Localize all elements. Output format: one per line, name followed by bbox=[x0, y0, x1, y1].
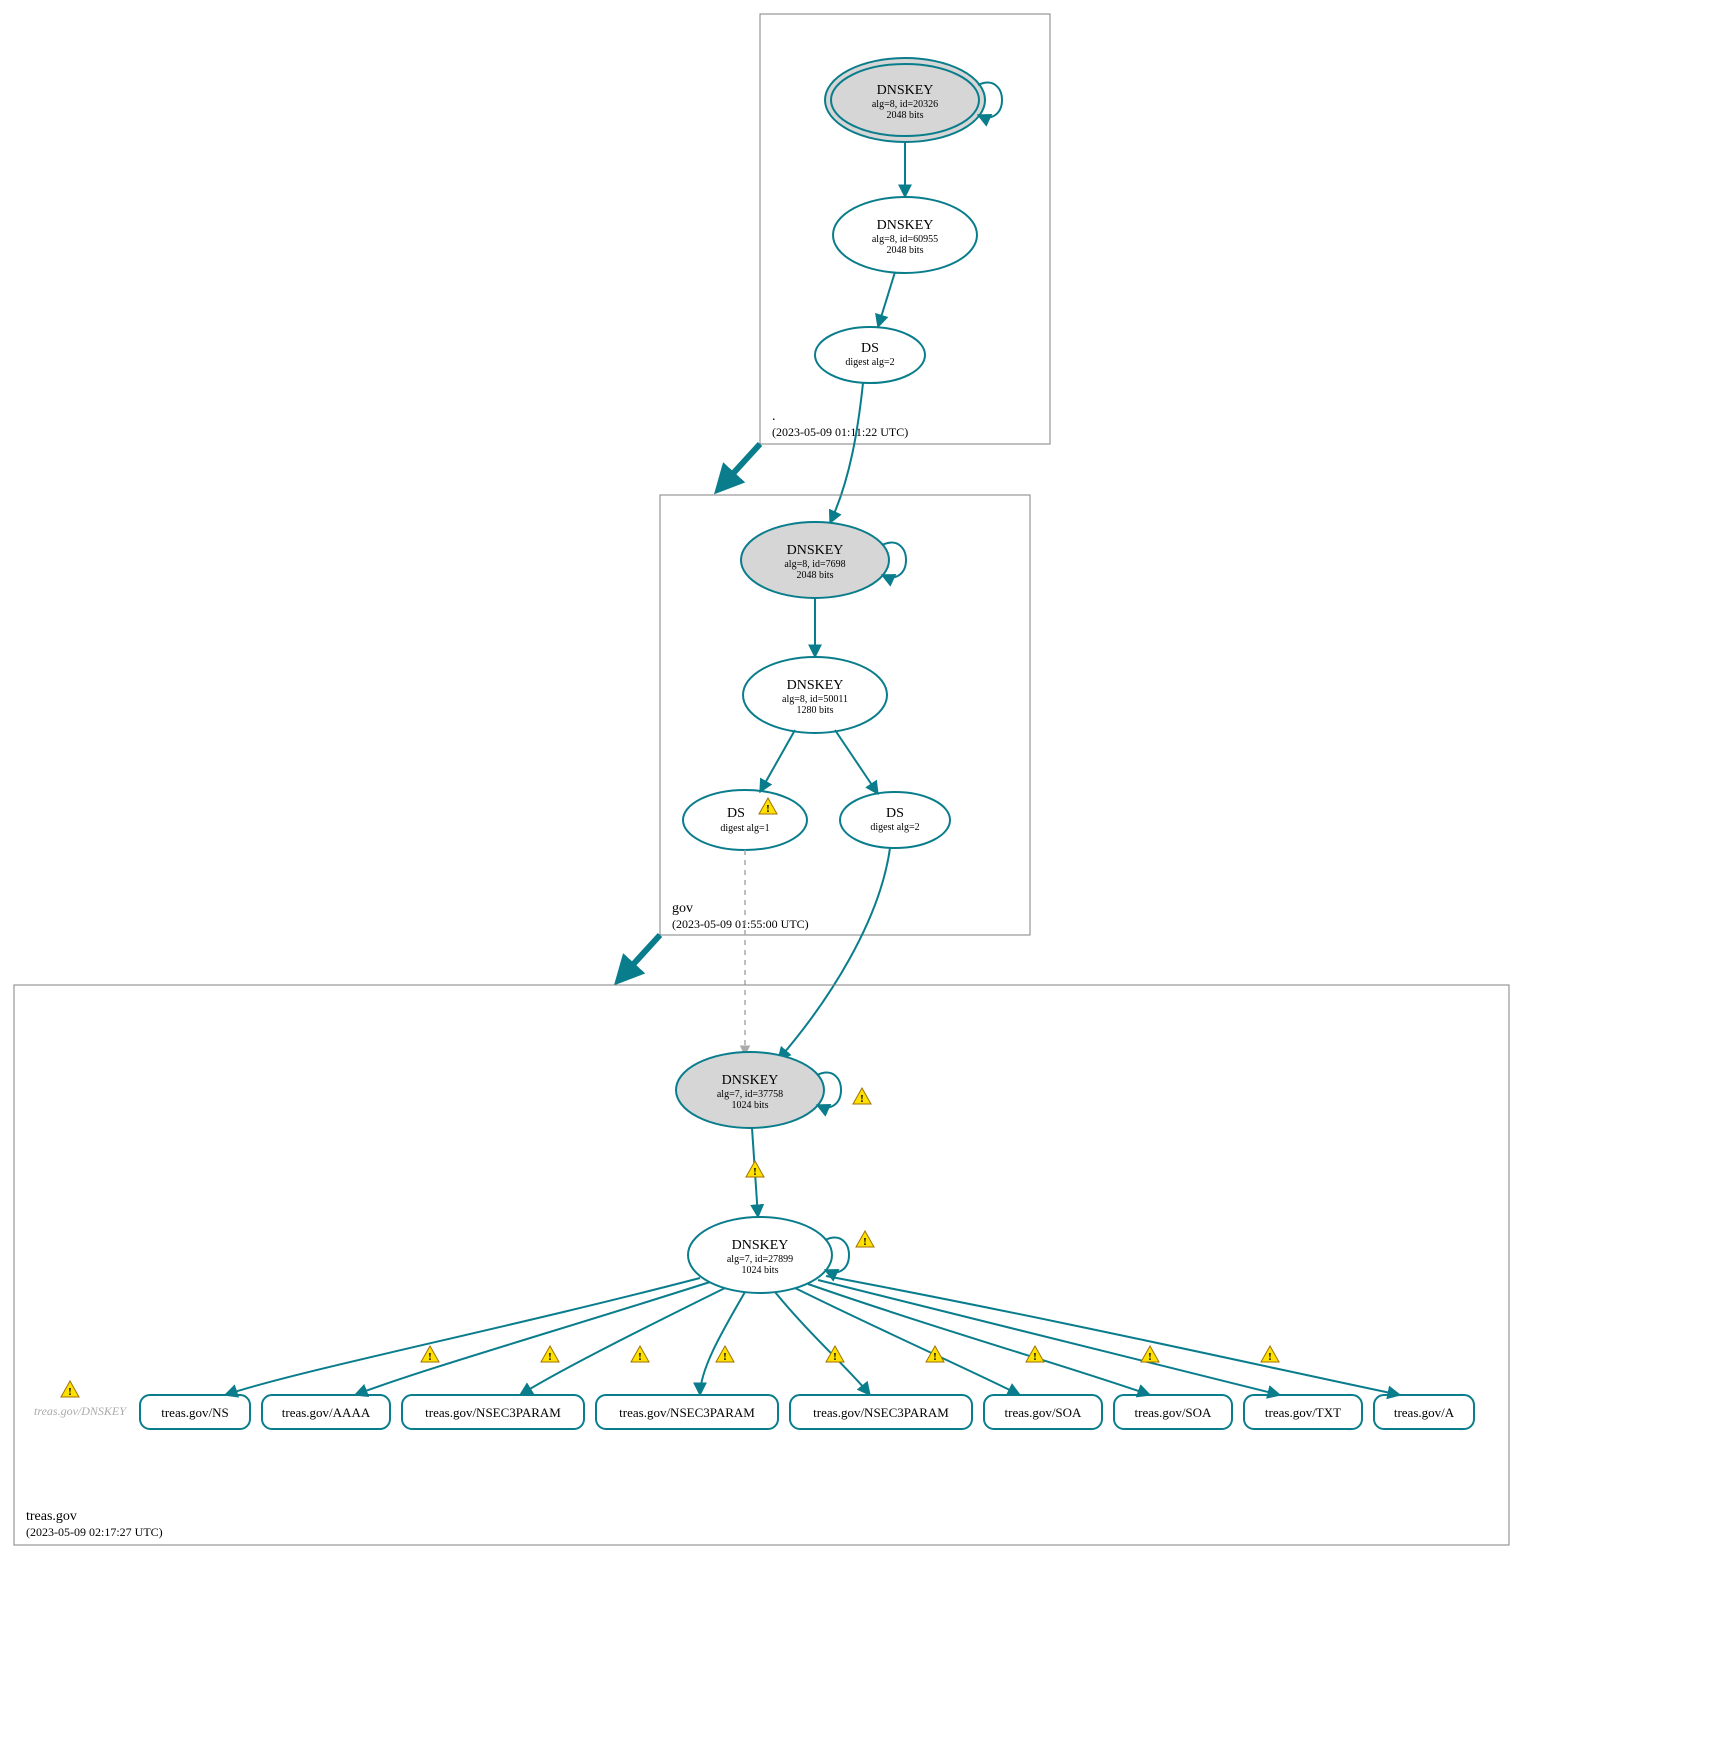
svg-text:treas.gov/NS: treas.gov/NS bbox=[161, 1405, 229, 1420]
zone-root-label: . bbox=[772, 409, 776, 424]
svg-text:DNSKEY: DNSKEY bbox=[732, 1238, 789, 1253]
svg-text:treas.gov/A: treas.gov/A bbox=[1394, 1405, 1455, 1420]
svg-text:treas.gov/SOA: treas.gov/SOA bbox=[1005, 1405, 1083, 1420]
svg-text:DNSKEY: DNSKEY bbox=[787, 678, 844, 693]
svg-text:!: ! bbox=[723, 1351, 727, 1363]
warning-icon: ! bbox=[421, 1346, 439, 1363]
edge-gov-zsk-to-ds1 bbox=[760, 730, 795, 792]
edges-zsk-to-rrsets bbox=[225, 1276, 1400, 1395]
warning-icon: ! bbox=[856, 1231, 874, 1248]
svg-text:!: ! bbox=[1033, 1351, 1037, 1363]
svg-text:1024 bits: 1024 bits bbox=[742, 1265, 779, 1276]
svg-text:treas.gov/TXT: treas.gov/TXT bbox=[1265, 1405, 1341, 1420]
rrset-node: treas.gov/A bbox=[1374, 1395, 1474, 1429]
svg-text:treas.gov/SOA: treas.gov/SOA bbox=[1135, 1405, 1213, 1420]
zone-treas-label: treas.gov bbox=[26, 1509, 77, 1524]
svg-text:alg=8, id=20326: alg=8, id=20326 bbox=[872, 99, 938, 110]
node-gov-ds2: DS digest alg=2 bbox=[840, 792, 950, 848]
svg-text:!: ! bbox=[638, 1351, 642, 1363]
rrset-node: treas.gov/NSEC3PARAM bbox=[402, 1395, 584, 1429]
warning-icon: ! bbox=[631, 1346, 649, 1363]
node-gov-ds1: DS digest alg=1 bbox=[683, 790, 807, 850]
svg-text:digest alg=2: digest alg=2 bbox=[845, 357, 894, 368]
svg-text:1280 bits: 1280 bits bbox=[797, 705, 834, 716]
zone-root: . (2023-05-09 01:11:22 UTC) DNSKEY alg=8… bbox=[760, 14, 1050, 444]
svg-text:2048 bits: 2048 bits bbox=[797, 570, 834, 581]
node-treas-ksk: DNSKEY alg=7, id=37758 1024 bits bbox=[676, 1052, 824, 1128]
rrset-node: treas.gov/NSEC3PARAM bbox=[790, 1395, 972, 1429]
zone-treas: treas.gov (2023-05-09 02:17:27 UTC) DNSK… bbox=[14, 985, 1509, 1545]
node-root-zsk: DNSKEY alg=8, id=60955 2048 bits bbox=[833, 197, 977, 273]
svg-text:!: ! bbox=[833, 1351, 837, 1363]
svg-text:treas.gov/AAAA: treas.gov/AAAA bbox=[282, 1405, 371, 1420]
node-gov-zsk: DNSKEY alg=8, id=50011 1280 bits bbox=[743, 657, 887, 733]
warning-icon: ! bbox=[61, 1381, 79, 1398]
svg-text:!: ! bbox=[753, 1166, 757, 1178]
node-treas-dnskey-alias: treas.gov/DNSKEY bbox=[34, 1404, 127, 1418]
svg-text:!: ! bbox=[766, 803, 770, 815]
rrset-row: treas.gov/NS treas.gov/AAAA treas.gov/NS… bbox=[140, 1395, 1474, 1429]
edge-deleg-root-to-gov bbox=[718, 444, 760, 490]
svg-text:DS: DS bbox=[861, 341, 879, 356]
warning-icon: ! bbox=[926, 1346, 944, 1363]
edge-deleg-gov-to-treas bbox=[618, 935, 660, 981]
svg-text:!: ! bbox=[863, 1236, 867, 1248]
warning-icon: ! bbox=[1026, 1346, 1044, 1363]
rrset-node: treas.gov/SOA bbox=[984, 1395, 1102, 1429]
edge-gov-zsk-to-ds2 bbox=[835, 730, 878, 794]
svg-text:1024 bits: 1024 bits bbox=[732, 1100, 769, 1111]
edge-gov-ds2-to-treas-ksk bbox=[778, 848, 890, 1060]
warning-icon: ! bbox=[746, 1161, 764, 1178]
svg-text:digest alg=2: digest alg=2 bbox=[870, 822, 919, 833]
zone-gov: gov (2023-05-09 01:55:00 UTC) DNSKEY alg… bbox=[660, 495, 1030, 935]
svg-text:DS: DS bbox=[727, 806, 745, 821]
rrset-node: treas.gov/NSEC3PARAM bbox=[596, 1395, 778, 1429]
svg-text:alg=7, id=27899: alg=7, id=27899 bbox=[727, 1254, 793, 1265]
node-root-ksk: DNSKEY alg=8, id=20326 2048 bits bbox=[825, 58, 985, 142]
svg-text:DNSKEY: DNSKEY bbox=[877, 83, 934, 98]
warning-icon: ! bbox=[1261, 1346, 1279, 1363]
svg-text:alg=8, id=50011: alg=8, id=50011 bbox=[782, 694, 848, 705]
zone-gov-label: gov bbox=[672, 901, 693, 916]
svg-text:DNSKEY: DNSKEY bbox=[787, 543, 844, 558]
rrset-node: treas.gov/NS bbox=[140, 1395, 250, 1429]
svg-text:DS: DS bbox=[886, 806, 904, 821]
svg-text:!: ! bbox=[68, 1386, 72, 1398]
svg-text:digest alg=1: digest alg=1 bbox=[720, 823, 769, 834]
svg-text:!: ! bbox=[428, 1351, 432, 1363]
rrset-node: treas.gov/AAAA bbox=[262, 1395, 390, 1429]
svg-text:!: ! bbox=[1268, 1351, 1272, 1363]
svg-text:alg=8, id=60955: alg=8, id=60955 bbox=[872, 234, 938, 245]
warning-icon: ! bbox=[716, 1346, 734, 1363]
svg-text:alg=7, id=37758: alg=7, id=37758 bbox=[717, 1089, 783, 1100]
warning-icon: ! bbox=[541, 1346, 559, 1363]
node-root-ds: DS digest alg=2 bbox=[815, 327, 925, 383]
zone-treas-timestamp: (2023-05-09 02:17:27 UTC) bbox=[26, 1525, 163, 1539]
zone-root-timestamp: (2023-05-09 01:11:22 UTC) bbox=[772, 425, 908, 439]
svg-text:treas.gov/NSEC3PARAM: treas.gov/NSEC3PARAM bbox=[425, 1405, 561, 1420]
svg-text:DNSKEY: DNSKEY bbox=[877, 218, 934, 233]
warning-icon: ! bbox=[853, 1088, 871, 1105]
svg-text:treas.gov/NSEC3PARAM: treas.gov/NSEC3PARAM bbox=[813, 1405, 949, 1420]
svg-text:!: ! bbox=[1148, 1351, 1152, 1363]
svg-text:2048 bits: 2048 bits bbox=[887, 110, 924, 121]
svg-text:!: ! bbox=[860, 1093, 864, 1105]
warning-icon: ! bbox=[1141, 1346, 1159, 1363]
rrset-node: treas.gov/TXT bbox=[1244, 1395, 1362, 1429]
svg-text:2048 bits: 2048 bits bbox=[887, 245, 924, 256]
svg-text:!: ! bbox=[548, 1351, 552, 1363]
edge-root-zsk-to-ds bbox=[878, 272, 895, 327]
node-gov-ksk: DNSKEY alg=8, id=7698 2048 bits bbox=[741, 522, 889, 598]
dnssec-graph: . (2023-05-09 01:11:22 UTC) DNSKEY alg=8… bbox=[0, 0, 1729, 1742]
svg-text:!: ! bbox=[933, 1351, 937, 1363]
edge-root-ds-to-gov-ksk bbox=[830, 383, 863, 523]
svg-text:alg=8, id=7698: alg=8, id=7698 bbox=[784, 559, 845, 570]
svg-text:DNSKEY: DNSKEY bbox=[722, 1073, 779, 1088]
svg-text:treas.gov/NSEC3PARAM: treas.gov/NSEC3PARAM bbox=[619, 1405, 755, 1420]
rrset-node: treas.gov/SOA bbox=[1114, 1395, 1232, 1429]
warning-icon: ! bbox=[826, 1346, 844, 1363]
edge-warnings: ! ! ! ! ! ! ! ! ! bbox=[421, 1346, 1279, 1363]
zone-gov-timestamp: (2023-05-09 01:55:00 UTC) bbox=[672, 917, 809, 931]
svg-text:treas.gov/DNSKEY: treas.gov/DNSKEY bbox=[34, 1404, 127, 1418]
